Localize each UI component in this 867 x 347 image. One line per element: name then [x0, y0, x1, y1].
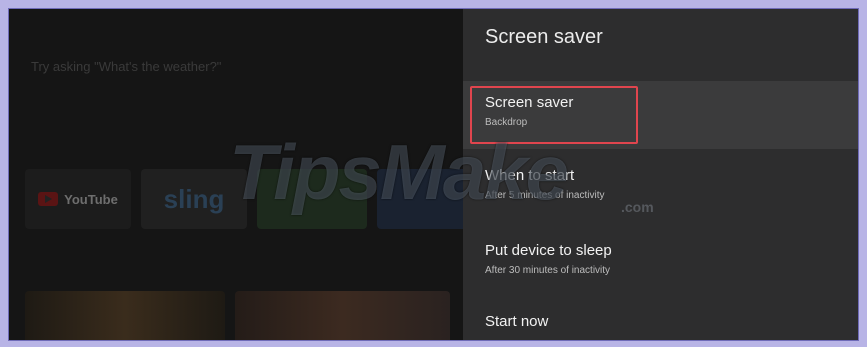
- menu-item-put-device-to-sleep[interactable]: Put device to sleep After 30 minutes of …: [463, 235, 858, 295]
- app-tile-youtube[interactable]: YouTube: [25, 169, 131, 229]
- content-row: [25, 291, 450, 340]
- menu-item-label: Start now: [485, 313, 549, 330]
- watermark-suffix: .com: [621, 199, 654, 215]
- content-thumbnail[interactable]: [235, 291, 450, 340]
- app-tile-sling[interactable]: sling: [141, 169, 247, 229]
- menu-item-value: After 30 minutes of inactivity: [485, 265, 611, 276]
- tv-screen: Try asking "What's the weather?" YouTube…: [8, 8, 859, 341]
- content-thumbnail[interactable]: [25, 291, 225, 340]
- menu-item-screen-saver[interactable]: Screen saver Backdrop: [463, 81, 858, 149]
- highlight-box: [470, 86, 638, 144]
- app-tile[interactable]: [257, 169, 367, 229]
- menu-item-label: Put device to sleep: [485, 242, 612, 259]
- youtube-icon: [38, 192, 59, 206]
- menu-item-when-to-start[interactable]: When to start After 5 minutes of inactiv…: [463, 160, 858, 220]
- app-tile[interactable]: [377, 169, 467, 229]
- settings-panel: Screen saver Screen saver Backdrop When …: [463, 9, 858, 340]
- assistant-hint: Try asking "What's the weather?": [31, 59, 222, 74]
- menu-item-start-now[interactable]: Start now: [463, 307, 858, 340]
- menu-item-value: After 5 minutes of inactivity: [485, 190, 605, 201]
- app-tile-label: YouTube: [64, 191, 118, 207]
- apps-row: YouTube sling: [25, 169, 467, 229]
- home-screen-background: Try asking "What's the weather?" YouTube…: [9, 9, 467, 340]
- panel-title: Screen saver: [485, 26, 603, 48]
- app-tile-label: sling: [163, 183, 225, 214]
- menu-item-label: When to start: [485, 167, 575, 184]
